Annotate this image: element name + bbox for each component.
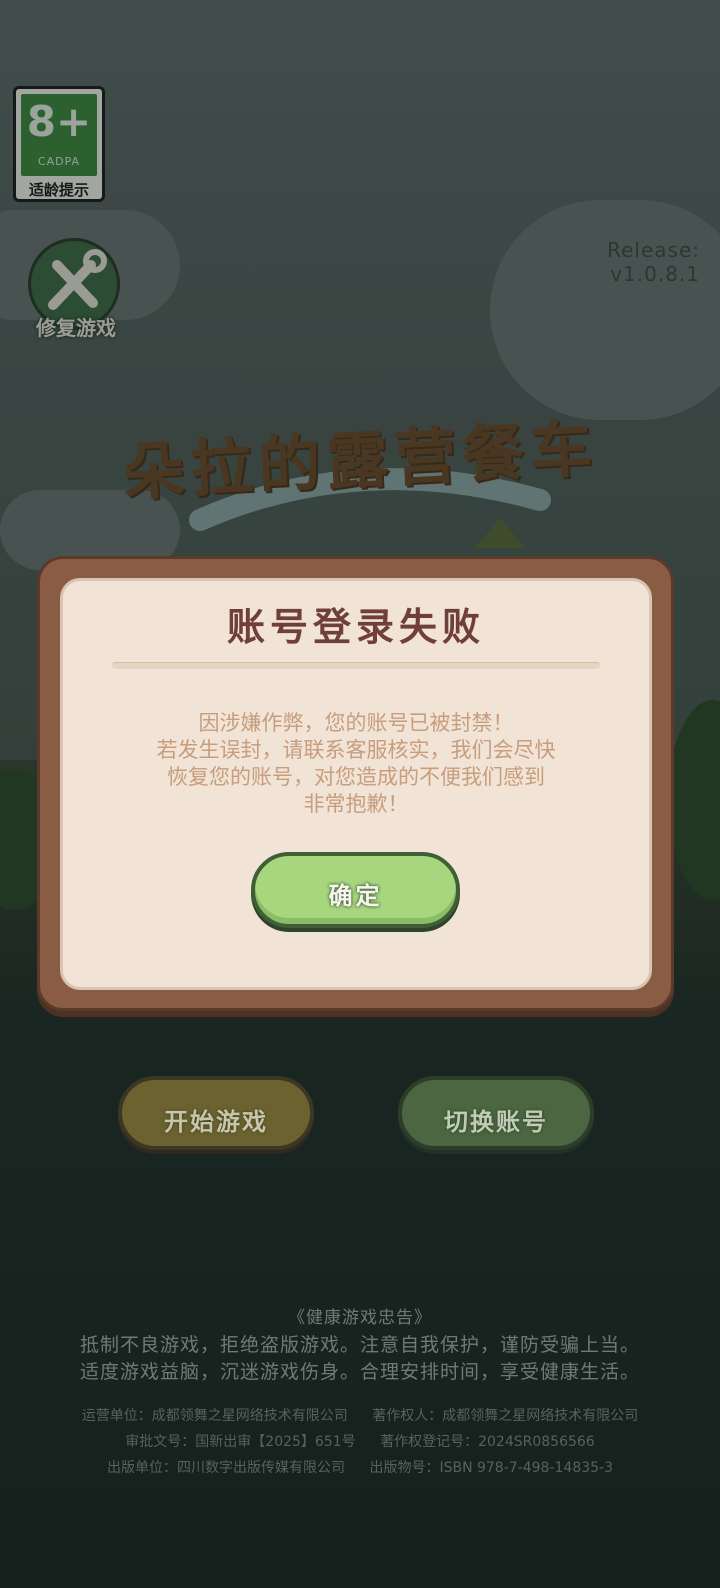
dialog-title: 账号登录失败 — [226, 605, 485, 649]
switch-account-button[interactable]: 切换账号 — [398, 1076, 594, 1150]
dialog-message-line: 非常抱歉！ — [303, 792, 409, 816]
health-notice-title: 《健康游戏忠告》 — [288, 1308, 432, 1328]
dialog-message: 因涉嫌作弊，您的账号已被封禁！ 若发生误封，请联系客服核实，我们会尽快 恢复您的… — [100, 710, 612, 818]
credits-row: 审批文号：国新出审【2025】651号 著作权登记号：2024SR0856566 — [0, 1431, 720, 1451]
confirm-button-label: 确定 — [328, 882, 383, 910]
health-notice-line: 抵制不良游戏，拒绝盗版游戏。注意自我保护，谨防受骗上当。 — [79, 1334, 640, 1356]
credits-row: 出版单位：四川数字出版传媒有限公司 出版物号：ISBN 978-7-498-14… — [0, 1457, 720, 1477]
dialog-message-line: 若发生误封，请联系客服核实，我们会尽快 — [156, 738, 556, 762]
operator-credit: 运营单位：成都领舞之星网络技术有限公司 — [81, 1408, 348, 1424]
registration-number: 著作权登记号：2024SR0856566 — [380, 1434, 595, 1450]
copyright-credit: 著作权人：成都领舞之星网络技术有限公司 — [372, 1408, 639, 1424]
credits-row: 运营单位：成都领舞之星网络技术有限公司 著作权人：成都领舞之星网络技术有限公司 — [0, 1405, 720, 1425]
dialog-message-line: 恢复您的账号，对您造成的不便我们感到 — [167, 765, 545, 789]
health-notice-line: 适度游戏益脑，沉迷游戏伤身。合理安排时间，享受健康生活。 — [79, 1361, 640, 1383]
dialog-message-line: 因涉嫌作弊，您的账号已被封禁！ — [198, 711, 514, 735]
approval-number: 审批文号：国新出审【2025】651号 — [125, 1434, 356, 1450]
switch-account-label: 切换账号 — [444, 1108, 548, 1136]
isbn-number: 出版物号：ISBN 978-7-498-14835-3 — [369, 1460, 613, 1476]
dialog-divider — [112, 662, 600, 669]
publisher-credit: 出版单位：四川数字出版传媒有限公司 — [107, 1460, 345, 1476]
confirm-button[interactable]: 确定 — [251, 852, 460, 928]
start-game-label: 开始游戏 — [164, 1108, 268, 1136]
start-game-button[interactable]: 开始游戏 — [118, 1076, 314, 1150]
